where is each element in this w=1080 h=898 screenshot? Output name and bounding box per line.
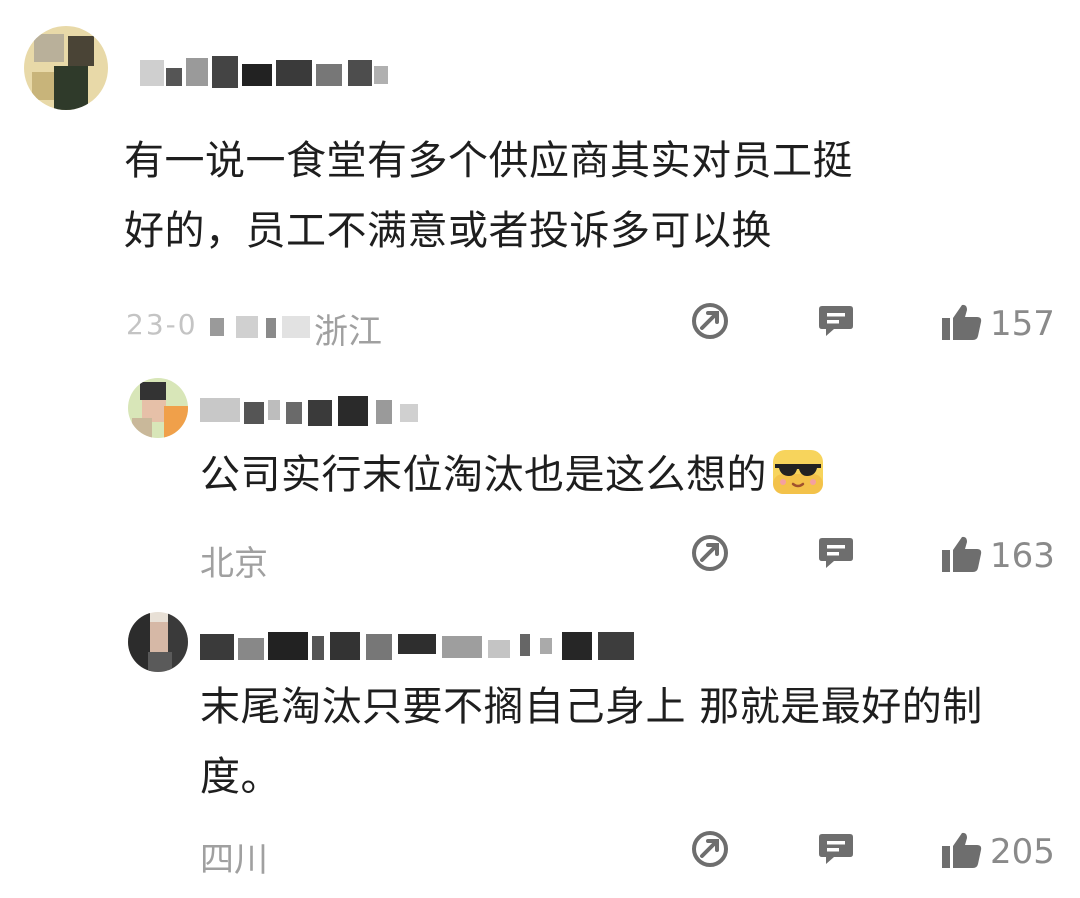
like-count: 163: [990, 536, 1055, 576]
comment-text-line: 度。: [200, 754, 281, 800]
like-count: 205: [990, 832, 1055, 872]
comment-text-line: 公司实行末位淘汰也是这么想的: [200, 440, 1060, 510]
share-button[interactable]: [690, 300, 734, 344]
like-count: 157: [990, 304, 1055, 344]
comment-text-line: 有一说一食堂有多个供应商其实对员工挺: [124, 138, 853, 184]
thumbs-up-icon: [942, 536, 982, 572]
sunglasses-emoji-icon: [771, 448, 825, 496]
share-button[interactable]: [690, 828, 734, 872]
comment-meta: 四川 205: [0, 828, 1080, 880]
thumbs-up-icon: [942, 304, 982, 340]
username-blurred[interactable]: [200, 390, 430, 434]
avatar[interactable]: [128, 378, 188, 438]
reply-button[interactable]: [816, 828, 860, 872]
share-icon: [692, 831, 728, 867]
location: 北京: [200, 544, 268, 584]
timestamp-blurred: 23-0: [126, 308, 312, 341]
comment-text: 有一说一食堂有多个供应商其实对员工挺 好的，员工不满意或者投诉多可以换: [124, 126, 1054, 266]
thumbs-up-icon: [942, 832, 982, 868]
like-button[interactable]: 157: [940, 300, 1070, 344]
username-blurred[interactable]: [200, 624, 650, 668]
reply-button[interactable]: [816, 532, 860, 576]
avatar[interactable]: [24, 26, 108, 110]
comment-text: 末尾淘汰只要不搁自己身上 那就是最好的制 度。: [200, 672, 1060, 812]
reply-icon: [819, 306, 853, 336]
share-icon: [692, 303, 728, 339]
location: 四川: [200, 840, 268, 880]
comment-text-line: 末尾淘汰只要不搁自己身上 那就是最好的制: [200, 684, 983, 730]
avatar[interactable]: [128, 612, 188, 672]
comment-meta: 北京 163: [0, 532, 1080, 584]
reply-icon: [819, 538, 853, 568]
reply-button[interactable]: [816, 300, 860, 344]
comment-text: 公司实行末位淘汰也是这么想的: [200, 440, 1060, 510]
comment-2: 公司实行末位淘汰也是这么想的 北京 163: [0, 360, 1080, 600]
like-button[interactable]: 205: [940, 828, 1070, 872]
comment-meta: 23-0 浙江 157: [0, 300, 1080, 352]
location: 浙江: [314, 312, 382, 352]
share-icon: [692, 535, 728, 571]
comment-3: 末尾淘汰只要不搁自己身上 那就是最好的制 度。 四川 205: [0, 600, 1080, 898]
comment-text-line: 好的，员工不满意或者投诉多可以换: [124, 208, 772, 254]
like-button[interactable]: 163: [940, 532, 1070, 576]
comment-1: 有一说一食堂有多个供应商其实对员工挺 好的，员工不满意或者投诉多可以换 23-0…: [0, 0, 1080, 360]
share-button[interactable]: [690, 532, 734, 576]
reply-icon: [819, 834, 853, 864]
timestamp-partial: 23-0: [126, 308, 198, 341]
username-blurred[interactable]: [132, 50, 392, 94]
